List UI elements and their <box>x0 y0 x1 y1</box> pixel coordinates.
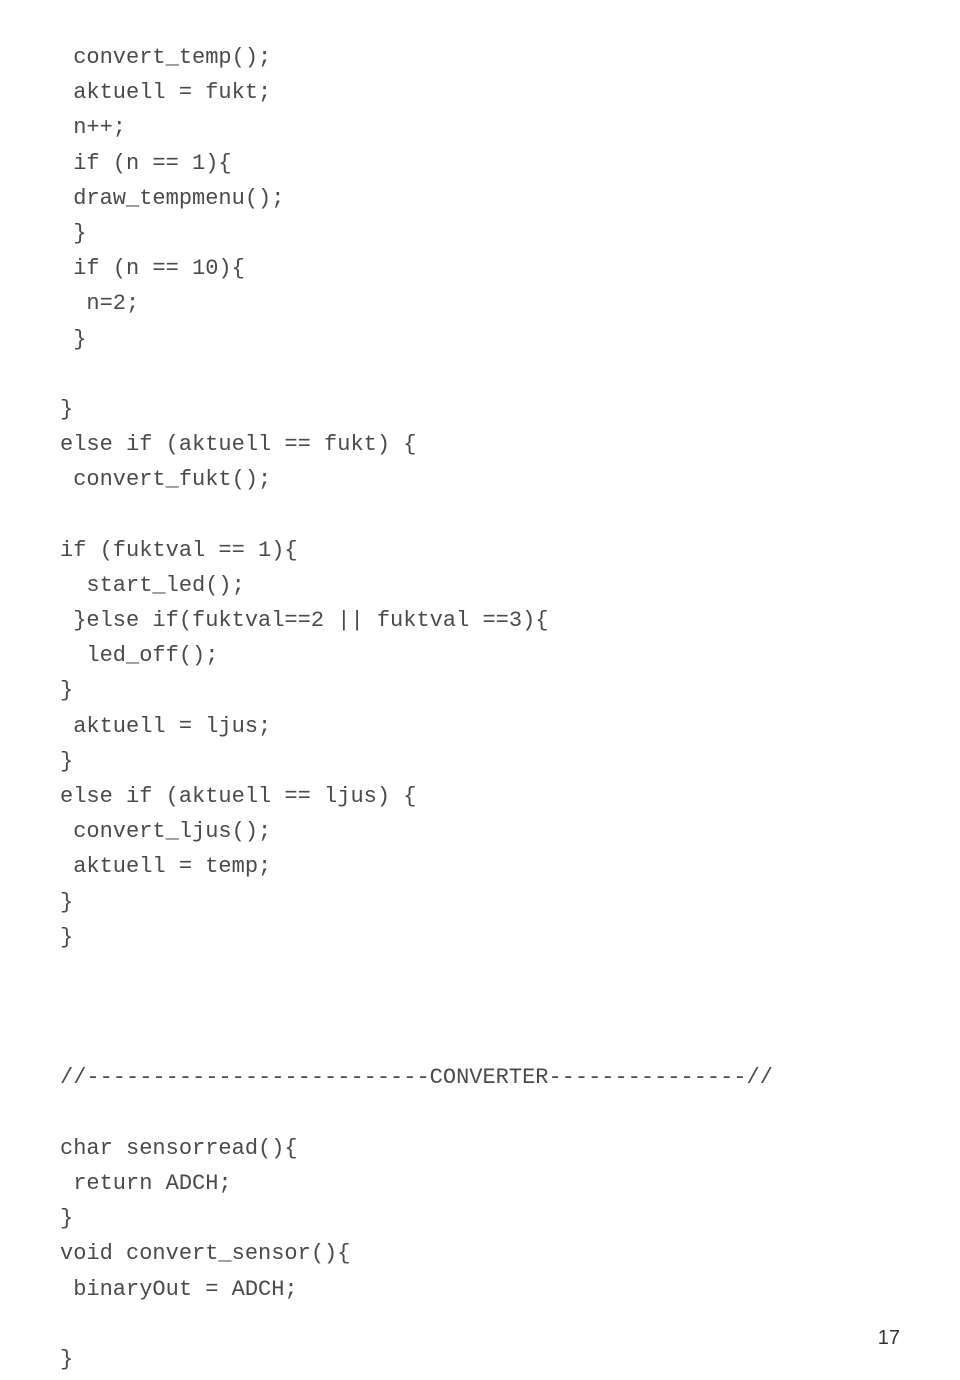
page-number: 17 <box>878 1327 900 1350</box>
code-block: convert_temp(); aktuell = fukt; n++; if … <box>60 40 900 1377</box>
document-page: convert_temp(); aktuell = fukt; n++; if … <box>0 0 960 1380</box>
